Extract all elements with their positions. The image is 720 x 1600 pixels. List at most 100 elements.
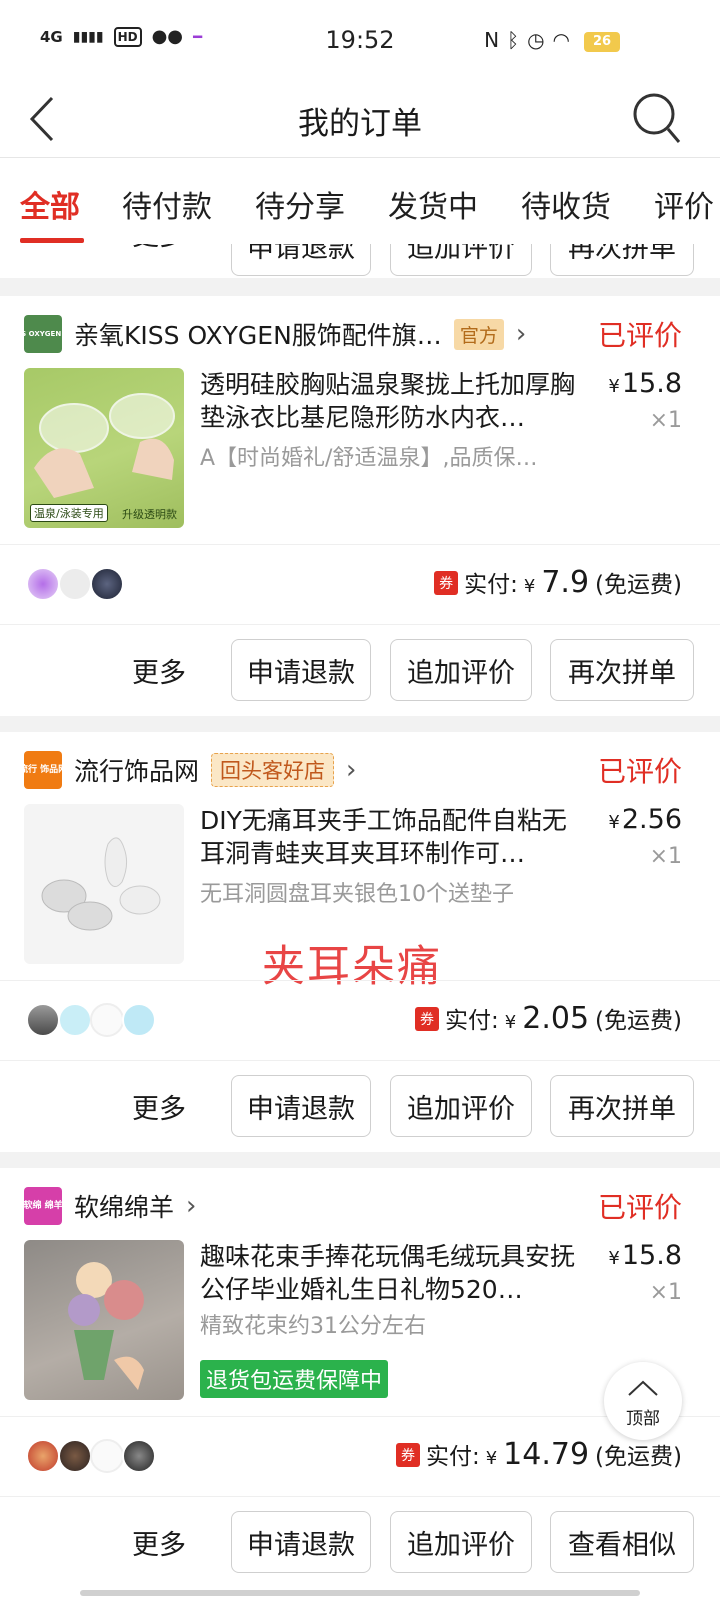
tab-shipping[interactable]: 发货中 bbox=[388, 182, 478, 226]
refund-button[interactable]: 申请退款 bbox=[231, 1075, 371, 1137]
refund-button[interactable]: 申请退款 bbox=[231, 639, 371, 701]
product-image[interactable] bbox=[24, 804, 184, 964]
chevron-right-icon: › bbox=[346, 755, 357, 785]
image-caption-right: 升级透明款 bbox=[122, 508, 177, 521]
paid-label: 实付: bbox=[445, 1008, 499, 1034]
status-bar: 4G ▮▮▮▮ HD ●● ━ 19:52 N ᛒ ◷ ◠ 26 bbox=[0, 0, 720, 80]
coupon-badge: 券 bbox=[434, 571, 459, 595]
product-price: ¥2.56 bbox=[608, 804, 682, 835]
shop-name: 流行饰品网 bbox=[74, 757, 200, 786]
payment-row: 券 实付: ¥ 2.05 (免运费) bbox=[0, 980, 720, 1060]
group-avatars bbox=[26, 1003, 156, 1037]
more-button[interactable]: 更多 bbox=[132, 1087, 186, 1126]
avatar bbox=[90, 1439, 124, 1473]
shipping-note: (免运费) bbox=[595, 1008, 682, 1034]
reorder-button[interactable]: 再次拼单 bbox=[550, 639, 694, 701]
return-shipping-guarantee-tag: 退货包运费保障中 bbox=[200, 1360, 389, 1398]
order-actions: 更多 申请退款 追加评价 查看相似 bbox=[0, 1496, 720, 1588]
avatar bbox=[26, 1439, 60, 1473]
tab-all[interactable]: 全部 bbox=[20, 182, 80, 226]
more-button[interactable]: 更多 bbox=[132, 244, 186, 253]
product-title[interactable]: 趣味花束手捧花玩偶毛绒玩具安抚公仔毕业婚礼生日礼物520… bbox=[200, 1240, 590, 1306]
avatar bbox=[90, 1003, 124, 1037]
avatar bbox=[58, 567, 92, 601]
avatar bbox=[122, 1003, 156, 1037]
paid-amount: 14.79 bbox=[503, 1437, 590, 1472]
avatar bbox=[26, 1003, 60, 1037]
status-right: N ᛒ ◷ ◠ bbox=[484, 28, 570, 52]
page-title: 我的订单 bbox=[298, 106, 422, 142]
alarm-icon: ◷ bbox=[527, 28, 545, 52]
product-image[interactable] bbox=[24, 1240, 184, 1400]
payment-info: 券 实付: ¥ 2.05 (免运费) bbox=[415, 1001, 682, 1036]
currency-symbol: ¥ bbox=[504, 1012, 517, 1033]
currency-symbol: ¥ bbox=[608, 812, 620, 833]
shop-header[interactable]: 软绵 绵羊 软绵绵羊 › bbox=[23, 1186, 197, 1226]
refund-button[interactable]: 申请退款 bbox=[231, 1511, 371, 1573]
price-value: 15.8 bbox=[621, 368, 682, 399]
search-button[interactable] bbox=[632, 92, 682, 146]
battery-icon: 26 bbox=[584, 32, 620, 52]
shipping-note: (免运费) bbox=[595, 572, 682, 598]
reorder-button[interactable]: 再次拼单 bbox=[550, 244, 694, 276]
chevron-right-icon: › bbox=[186, 1191, 197, 1221]
add-review-button[interactable]: 追加评价 bbox=[390, 1075, 532, 1137]
product-spec: 精致花束约31公分左右 bbox=[200, 1314, 426, 1339]
shop-header[interactable]: 流行 饰品网 流行饰品网 回头客好店 › bbox=[19, 750, 357, 790]
more-button[interactable]: 更多 bbox=[132, 651, 186, 690]
group-avatars bbox=[26, 1439, 156, 1473]
wifi-icon: ◠ bbox=[552, 28, 570, 52]
shop-name: 软绵绵羊 bbox=[74, 1193, 175, 1222]
currency-symbol: ¥ bbox=[523, 576, 536, 597]
product-price: ¥15.8 bbox=[608, 368, 682, 399]
home-indicator[interactable] bbox=[80, 1590, 640, 1596]
shop-logo: 流行 饰品网 bbox=[19, 751, 67, 789]
add-review-button[interactable]: 追加评价 bbox=[390, 1511, 532, 1573]
chevron-right-icon: › bbox=[515, 319, 527, 349]
order-actions: 更多 申请退款 追加评价 再次拼单 bbox=[0, 624, 720, 716]
product-image[interactable]: 温泉/泳装专用 升级透明款 bbox=[24, 368, 184, 528]
shop-logo: KISS OXYGEN 亲氧 bbox=[8, 315, 78, 353]
view-similar-button[interactable]: 查看相似 bbox=[550, 1511, 694, 1573]
product-title[interactable]: 透明硅胶胸贴温泉聚拢上托加厚胸垫泳衣比基尼隐形防水内衣… bbox=[200, 368, 590, 434]
shipping-note: (免运费) bbox=[595, 1444, 682, 1470]
refund-button[interactable]: 申请退款 bbox=[231, 244, 371, 276]
search-icon bbox=[633, 93, 681, 143]
product-quantity: ×1 bbox=[649, 408, 682, 433]
order-status: 已评价 bbox=[597, 319, 682, 352]
product-photo bbox=[68, 1262, 144, 1390]
official-badge: 官方 bbox=[453, 318, 504, 350]
order-card[interactable]: KISS OXYGEN 亲氧 亲氧KISS OXYGEN服饰配件旗… 官方 › … bbox=[0, 296, 720, 716]
order-status: 已评价 bbox=[597, 1191, 682, 1224]
product-title[interactable]: DIY无痛耳夹手工饰品配件自粘无耳洞青蛙夹耳夹耳环制作可… bbox=[200, 804, 590, 870]
avatar bbox=[58, 1439, 92, 1473]
more-button[interactable]: 更多 bbox=[132, 1523, 186, 1562]
nav-bar: 我的订单 bbox=[0, 80, 720, 158]
order-tabs: 全部 待付款 待分享 发货中 待收货 评价 bbox=[0, 158, 720, 244]
product-spec: 无耳洞圆盘耳夹银色10个送垫子 bbox=[200, 882, 514, 907]
product-spec: A【时尚婚礼/舒适温泉】,品质保… bbox=[200, 446, 538, 471]
currency-symbol: ¥ bbox=[608, 1248, 620, 1269]
avatar bbox=[26, 567, 60, 601]
currency-symbol: ¥ bbox=[608, 376, 620, 397]
avatar bbox=[58, 1003, 92, 1037]
tab-review[interactable]: 评价 bbox=[654, 182, 714, 226]
order-card[interactable]: 流行 饰品网 流行饰品网 回头客好店 › 已评价 DIY无痛耳夹手工饰品配件自粘… bbox=[0, 732, 720, 1152]
add-review-button[interactable]: 追加评价 bbox=[390, 244, 532, 276]
tab-pending-share[interactable]: 待分享 bbox=[255, 182, 345, 226]
shop-header[interactable]: KISS OXYGEN 亲氧 亲氧KISS OXYGEN服饰配件旗… 官方 › bbox=[8, 314, 527, 354]
paid-label: 实付: bbox=[464, 572, 518, 598]
reorder-button[interactable]: 再次拼单 bbox=[550, 1075, 694, 1137]
chevron-up-icon bbox=[628, 1380, 658, 1396]
repeat-customer-badge: 回头客好店 bbox=[211, 753, 335, 787]
order-actions: 更多 申请退款 追加评价 再次拼单 bbox=[0, 1060, 720, 1152]
bluetooth-icon: ᛒ bbox=[507, 28, 520, 52]
coupon-badge: 券 bbox=[395, 1443, 420, 1467]
tab-pending-payment[interactable]: 待付款 bbox=[122, 182, 212, 226]
add-review-button[interactable]: 追加评价 bbox=[390, 639, 532, 701]
payment-info: 券 实付: ¥ 14.79 (免运费) bbox=[395, 1437, 682, 1472]
tab-pending-receipt[interactable]: 待收货 bbox=[521, 182, 611, 226]
back-to-top-label: 顶部 bbox=[626, 1409, 660, 1429]
avatar bbox=[90, 567, 124, 601]
back-to-top-button[interactable]: 顶部 bbox=[604, 1362, 682, 1440]
